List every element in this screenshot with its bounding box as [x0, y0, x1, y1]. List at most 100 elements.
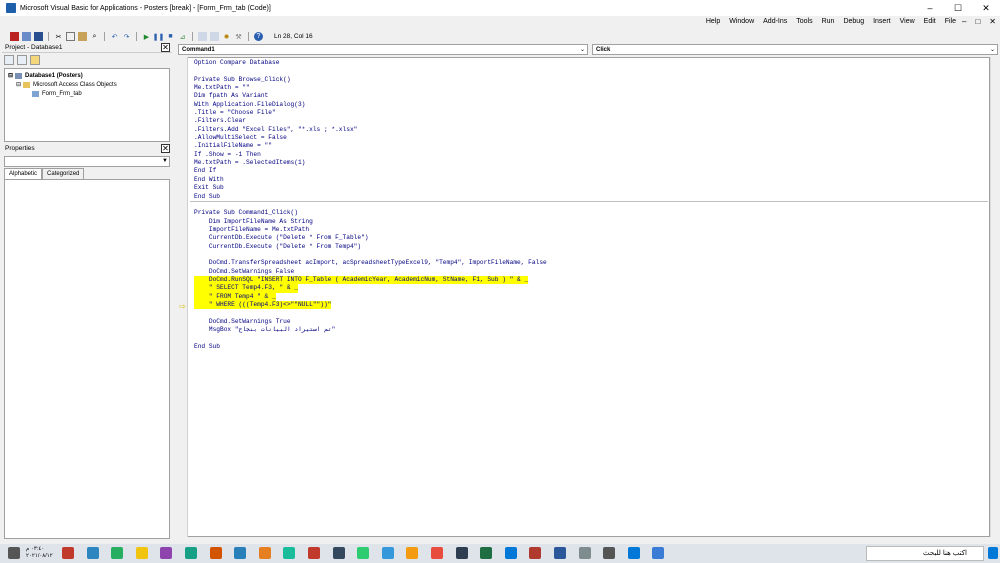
save-icon[interactable]: [34, 32, 43, 41]
code-line[interactable]: ImportFileName = Me.txtPath: [194, 226, 984, 234]
mdi-minimize-button[interactable]: –: [962, 17, 966, 26]
code-line[interactable]: " SELECT Temp4.F3, " & _: [194, 284, 984, 293]
code-line[interactable]: Option Compare Database: [194, 59, 984, 67]
taskbar-app-icon[interactable]: [480, 547, 493, 559]
code-line[interactable]: CurrentDb.Execute ("Delete * From F_Tabl…: [194, 234, 984, 242]
breakpoint-margin[interactable]: [178, 57, 188, 537]
code-line[interactable]: DoCmd.TransferSpreadsheet acImport, acSp…: [194, 259, 984, 267]
undo-icon[interactable]: ↶: [110, 32, 119, 41]
code-line[interactable]: .AllowMultiSelect = False: [194, 134, 984, 142]
taskbar-app-icon[interactable]: [554, 547, 566, 559]
taskbar-app-icon[interactable]: [135, 547, 148, 559]
taskbar-app-icon[interactable]: [381, 547, 394, 559]
paste-icon[interactable]: [78, 32, 87, 41]
view-object-icon[interactable]: [17, 55, 27, 65]
taskbar-app-icon[interactable]: [111, 547, 124, 559]
taskbar-app-icon[interactable]: [357, 547, 370, 559]
menu-tools[interactable]: Tools: [796, 18, 812, 25]
design-mode-icon[interactable]: ⊿: [178, 32, 187, 41]
code-line[interactable]: [194, 251, 984, 259]
view-access-icon[interactable]: [10, 32, 19, 41]
system-clock[interactable]: ٠٣:٤٠ م ٢٠٢١/٠٨/١٢: [26, 546, 53, 560]
menu-window[interactable]: Window: [729, 18, 754, 25]
code-line[interactable]: CurrentDb.Execute ("Delete * From Temp4"…: [194, 243, 984, 251]
object-select[interactable]: Command1 ⌄: [178, 44, 588, 55]
maximize-button[interactable]: ☐: [944, 0, 972, 16]
windows-start-icon[interactable]: [988, 547, 998, 559]
properties-window-icon[interactable]: [210, 32, 219, 41]
menu-run[interactable]: Run: [822, 18, 835, 25]
code-line[interactable]: .InitialFileName = "": [194, 142, 984, 150]
vertical-scrollbar[interactable]: [990, 57, 999, 537]
code-line[interactable]: End Sub: [194, 193, 984, 201]
collapse-icon[interactable]: ⊟: [8, 72, 13, 79]
procedure-select[interactable]: Click ⌄: [592, 44, 998, 55]
properties-grid[interactable]: [4, 179, 170, 539]
code-line[interactable]: .Filters.Clear: [194, 117, 984, 125]
object-browser-icon[interactable]: ✹: [222, 32, 231, 41]
find-icon[interactable]: ⌕: [90, 32, 99, 41]
redo-icon[interactable]: ↷: [122, 32, 131, 41]
menu-add-ins[interactable]: Add-Ins: [763, 18, 787, 25]
code-line[interactable]: End If: [194, 167, 984, 175]
close-properties-pane-button[interactable]: ✕: [161, 144, 170, 153]
cut-icon[interactable]: ✂: [54, 32, 63, 41]
code-line[interactable]: Me.txtPath = "": [194, 84, 984, 92]
code-line[interactable]: Dim fpath As Variant: [194, 92, 984, 100]
taskbar-app-icon[interactable]: [406, 547, 419, 559]
taskbar-app-icon[interactable]: [283, 547, 296, 559]
break-icon[interactable]: ❚❚: [153, 32, 165, 41]
minimize-button[interactable]: –: [916, 0, 944, 16]
tree-node-form[interactable]: Form_Frm_tab: [8, 89, 166, 98]
code-line[interactable]: Exit Sub: [194, 184, 984, 192]
tree-node-class-objects[interactable]: ⊟ Microsoft Access Class Objects: [8, 80, 166, 89]
view-code-icon[interactable]: [4, 55, 14, 65]
insert-module-icon[interactable]: [22, 32, 31, 41]
close-project-pane-button[interactable]: ✕: [161, 43, 170, 52]
taskbar-app-icon[interactable]: [332, 547, 345, 559]
code-line[interactable]: With Application.FileDialog(3): [194, 101, 984, 109]
code-line[interactable]: " WHERE (((Temp4.F3)<>""NULL""))": [194, 300, 984, 310]
close-window-button[interactable]: ✕: [972, 0, 1000, 16]
code-line[interactable]: [194, 334, 984, 342]
reset-icon[interactable]: ■: [166, 32, 175, 41]
code-line[interactable]: Dim ImportFileName As String: [194, 218, 984, 226]
tab-categorized[interactable]: Categorized: [42, 168, 85, 179]
taskbar-app-icon[interactable]: [627, 547, 640, 559]
collapse-icon[interactable]: ⊟: [16, 81, 21, 88]
taskbar-app-icon[interactable]: [185, 547, 197, 559]
menu-debug[interactable]: Debug: [843, 18, 864, 25]
code-line[interactable]: DoCmd.SetWarnings True: [194, 318, 984, 326]
code-line[interactable]: End Sub: [194, 343, 984, 351]
taskbar-app-icon[interactable]: [529, 547, 542, 559]
taskbar-app-icon[interactable]: [209, 547, 222, 559]
code-line[interactable]: DoCmd.RunSQL "INSERT INTO F_Table ( Acad…: [194, 275, 984, 285]
taskbar-app-icon[interactable]: [234, 547, 247, 559]
code-line[interactable]: .Title = "Choose File": [194, 109, 984, 117]
properties-object-select[interactable]: ▼: [4, 156, 170, 167]
taskbar-app-icon[interactable]: [86, 547, 99, 559]
tree-node-database[interactable]: ⊟ Database1 (Posters): [8, 71, 166, 80]
code-line[interactable]: If .Show = -1 Then: [194, 151, 984, 159]
taskbar-app-icon[interactable]: [258, 547, 271, 559]
search-box[interactable]: اكتب هنا للبحث: [866, 546, 984, 561]
code-line[interactable]: Private Sub Browse_Click(): [194, 76, 984, 84]
code-line[interactable]: End With: [194, 176, 984, 184]
taskbar-app-icon[interactable]: [504, 547, 517, 559]
code-line[interactable]: MsgBox "تم استيراد البيانات بنجاح": [194, 326, 984, 334]
taskbar-app-icon[interactable]: [578, 547, 591, 559]
toolbox-icon[interactable]: ⚒: [234, 32, 243, 41]
menu-file[interactable]: File: [945, 18, 956, 25]
menu-edit[interactable]: Edit: [924, 18, 936, 25]
run-icon[interactable]: ▶: [142, 32, 151, 41]
code-line[interactable]: Private Sub Command1_Click(): [194, 209, 984, 217]
project-explorer-icon[interactable]: [198, 32, 207, 41]
tab-alphabetic[interactable]: Alphabetic: [4, 168, 43, 179]
taskbar-app-icon[interactable]: [308, 547, 320, 559]
taskbar-app-icon[interactable]: [652, 547, 665, 559]
menu-view[interactable]: View: [900, 18, 915, 25]
taskbar-app-icon[interactable]: [62, 547, 74, 559]
notification-icon[interactable]: [8, 547, 20, 559]
taskbar-app-icon[interactable]: [160, 547, 173, 559]
code-line[interactable]: [194, 309, 984, 317]
